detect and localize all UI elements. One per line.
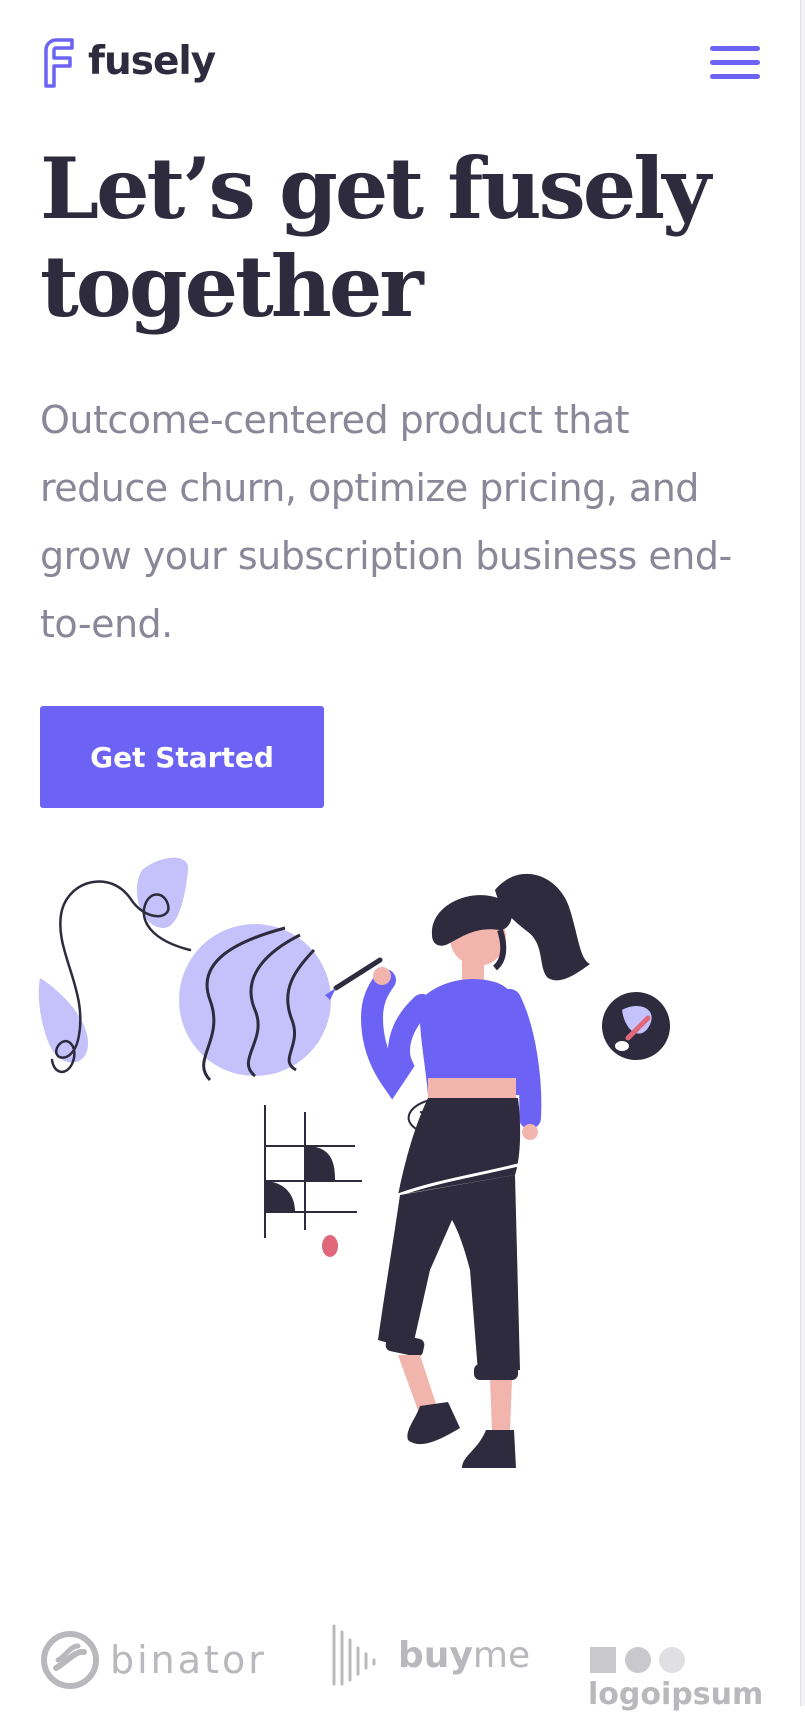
- woman-painting-illustration: [38, 857, 670, 1468]
- brand-name: fusely: [88, 38, 216, 84]
- hamburger-menu-icon[interactable]: [710, 46, 760, 84]
- logoipsum-label: logoipsum: [588, 1677, 764, 1712]
- binator-logo-icon: [41, 1631, 99, 1689]
- scrollbar[interactable]: [800, 0, 805, 1706]
- hero-subtitle: Outcome-centered product that reduce chu…: [40, 398, 732, 646]
- partner-logoipsum: logoipsum: [588, 1645, 763, 1712]
- square-circles-logo-icon: [590, 1647, 685, 1673]
- partner-buyme: buyme: [330, 1622, 530, 1688]
- partner-logos: binator buyme logoipsum: [0, 1620, 800, 1712]
- soundwave-logo-icon: [332, 1624, 376, 1686]
- buyme-label-light: me: [472, 1634, 531, 1676]
- site-header: fusely: [40, 34, 760, 92]
- hero-title: Let’s get fusely together: [40, 139, 711, 336]
- partner-binator: binator: [40, 1630, 267, 1690]
- fusely-logo-icon: [44, 38, 74, 88]
- logo-link[interactable]: fusely: [40, 34, 216, 88]
- buyme-label-bold: buy: [398, 1634, 473, 1676]
- binator-label: binator: [110, 1638, 267, 1682]
- get-started-button[interactable]: Get Started: [40, 706, 324, 808]
